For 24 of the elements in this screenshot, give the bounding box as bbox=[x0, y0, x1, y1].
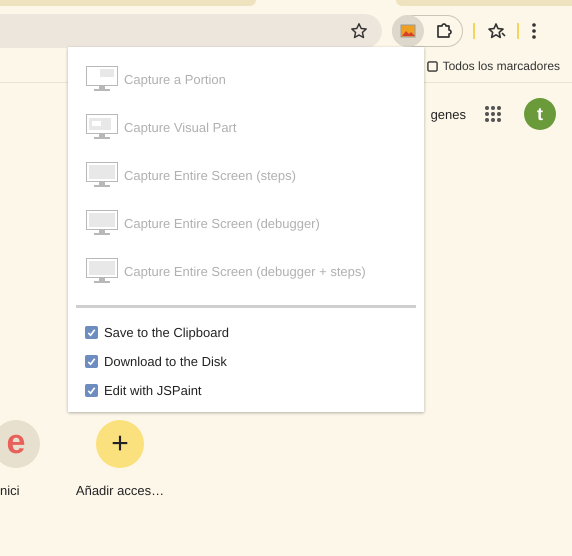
shortcut-label: nici bbox=[0, 483, 20, 498]
shortcut-button[interactable]: e bbox=[0, 420, 40, 468]
monitor-icon bbox=[86, 210, 118, 236]
picture-extension-icon[interactable] bbox=[392, 15, 424, 47]
option-checkbox[interactable]: Download to the Disk bbox=[76, 347, 416, 376]
monitor-icon bbox=[86, 114, 118, 140]
monitor-icon bbox=[86, 162, 118, 188]
checkbox[interactable] bbox=[85, 326, 98, 339]
images-link[interactable]: genes bbox=[430, 106, 466, 122]
option-checkbox[interactable]: Save to the Clipboard bbox=[76, 318, 416, 347]
checkbox[interactable] bbox=[85, 355, 98, 368]
checkbox[interactable] bbox=[85, 384, 98, 397]
monitor-icon bbox=[86, 258, 118, 284]
add-shortcut-button[interactable]: + bbox=[96, 420, 144, 468]
folder-icon bbox=[426, 60, 438, 72]
monitor-icon bbox=[86, 66, 118, 92]
puzzle-icon[interactable] bbox=[434, 21, 454, 41]
option-checkbox[interactable]: Edit with JSPaint bbox=[76, 376, 416, 405]
shortcut-label: Añadir acces… bbox=[76, 483, 164, 498]
star-list-icon[interactable] bbox=[487, 21, 507, 41]
account-avatar[interactable]: t bbox=[524, 98, 556, 130]
apps-grid-icon[interactable] bbox=[484, 105, 502, 123]
star-icon[interactable] bbox=[350, 22, 368, 40]
more-menu-icon[interactable] bbox=[531, 21, 537, 41]
